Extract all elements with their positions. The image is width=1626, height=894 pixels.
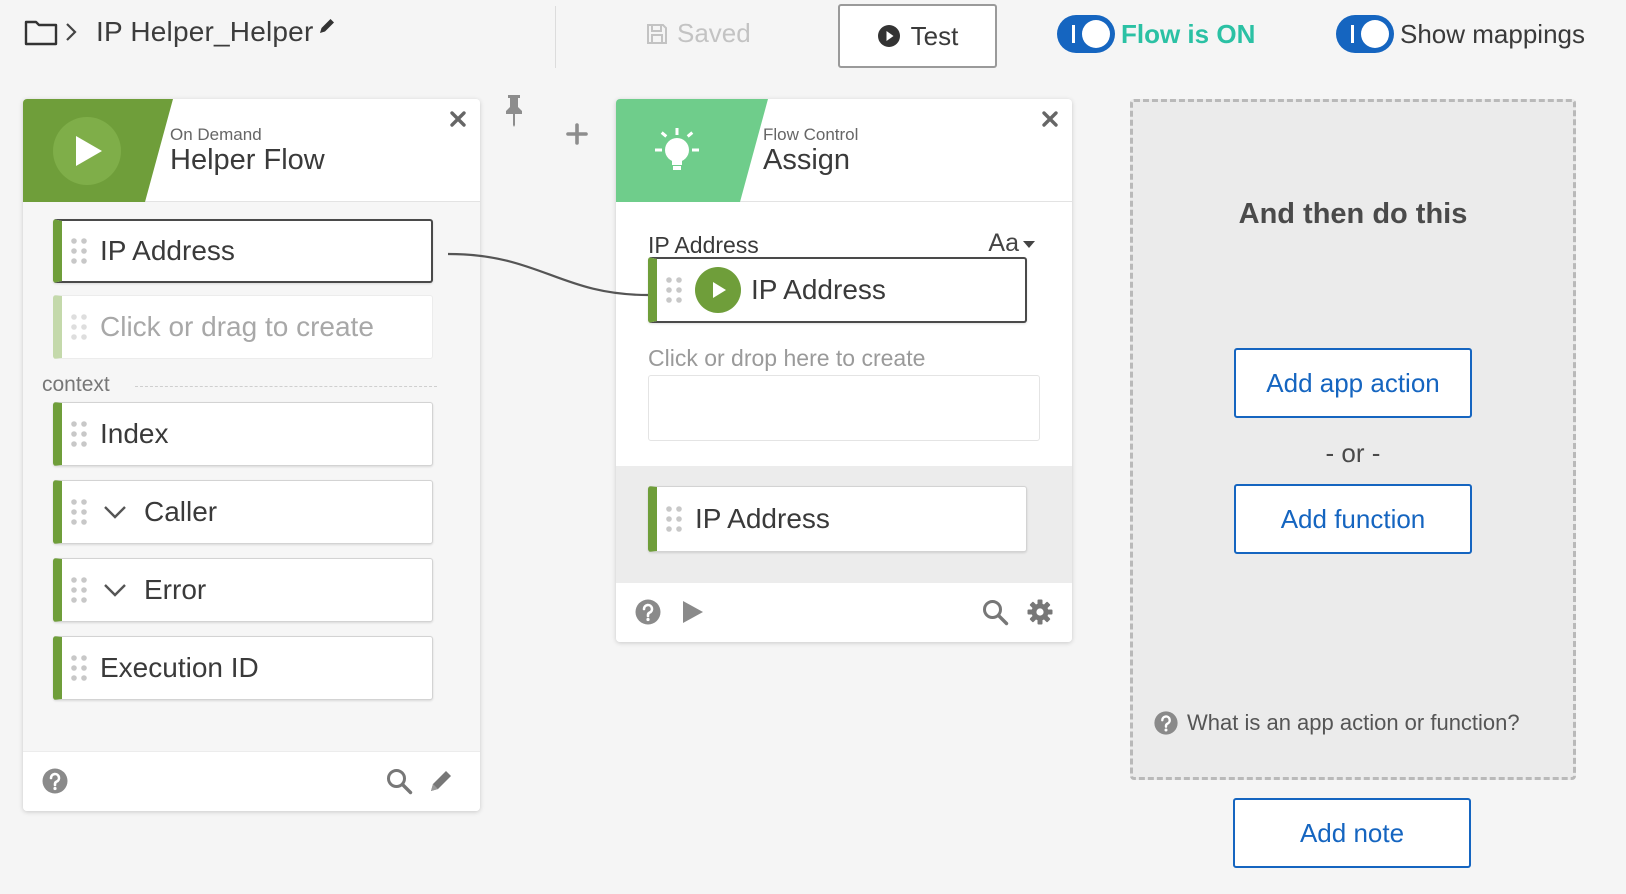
trigger-card-footer [23,751,480,811]
drag-handle-icon[interactable] [70,653,88,683]
next-step-dropzone[interactable]: And then do this Add app action - or - A… [1130,99,1576,780]
input-label: IP Address [648,232,759,258]
drag-handle-icon[interactable] [70,236,88,266]
ip-address-field[interactable]: IP Address [53,219,433,283]
trigger-header-band [23,99,173,202]
output-zone: IP Address [616,466,1072,582]
pencil-icon[interactable] [427,767,455,795]
assign-title: Assign [763,144,851,176]
pin-icon[interactable] [502,93,526,127]
assign-card: Flow Control Assign IP Address Aa IP Add… [616,99,1072,642]
context-divider [135,386,437,387]
flow-switch[interactable] [1057,15,1115,53]
field-label: Error [144,574,207,605]
chevron-right-icon [66,23,77,41]
play-icon [713,282,726,298]
header-divider [555,6,556,68]
index-field[interactable]: Index [53,402,433,466]
flow-on-toggle[interactable]: Flow is ON [1057,15,1255,53]
context-section-label: context [42,373,110,396]
drop-zone[interactable] [648,375,1040,441]
show-mappings-toggle[interactable]: Show mappings [1336,15,1585,53]
type-selector-label: Aa [988,229,1019,257]
caret-down-icon [1023,240,1035,248]
test-button[interactable]: Test [838,4,997,68]
saved-status: Saved [645,18,751,49]
chevron-down-icon[interactable] [102,503,128,521]
field-label: Index [100,418,169,449]
close-icon[interactable] [448,109,468,129]
add-note-button[interactable]: Add note [1233,798,1471,868]
top-bar: IP Helper_Helper Saved Test Flow is ON S… [0,0,1626,70]
drag-handle-icon[interactable] [70,575,88,605]
folder-icon[interactable] [24,18,58,46]
output-ip-address-field[interactable]: IP Address [648,486,1027,552]
test-label: Test [910,20,959,51]
help-link-label: What is an app action or function? [1187,710,1520,735]
assign-subtitle: Flow Control [763,125,859,144]
assign-card-header: Flow Control Assign [616,99,1072,202]
add-function-button[interactable]: Add function [1234,484,1472,554]
help-icon [1154,711,1178,735]
trigger-subtitle: On Demand [170,125,262,144]
add-app-action-label: Add app action [1266,367,1440,398]
trigger-title: Helper Flow [170,144,325,176]
create-placeholder-label: Click or drag to create [100,311,374,342]
close-icon[interactable] [1040,109,1060,129]
next-step-title: And then do this [1238,198,1468,230]
field-label: Execution ID [100,652,259,683]
mapped-ip-address-field[interactable]: IP Address [648,257,1027,323]
edit-title-icon[interactable] [317,16,337,36]
flow-status-label: Flow is ON [1121,18,1256,49]
drop-hint: Click or drop here to create [648,345,926,371]
play-circle-icon [877,25,900,47]
assign-card-footer [616,582,1072,642]
drag-handle-icon[interactable] [665,275,683,305]
drag-handle-icon[interactable] [70,497,88,527]
or-separator: - or - [1325,438,1381,468]
mappings-switch[interactable] [1336,15,1394,53]
drag-handle-icon [71,314,87,340]
flow-title[interactable]: IP Helper_Helper [96,16,313,48]
chevron-down-icon[interactable] [102,581,128,599]
field-label: Caller [144,496,218,527]
type-selector[interactable]: Aa [988,229,1036,258]
saved-label: Saved [677,18,751,48]
search-icon[interactable] [385,767,413,795]
add-app-action-button[interactable]: Add app action [1234,348,1472,418]
trigger-card: On Demand Helper Flow IP Address Click o… [23,99,480,811]
help-icon[interactable] [634,598,662,626]
mapped-field-label: IP Address [751,274,886,305]
play-icon[interactable] [678,598,706,626]
plus-icon[interactable] [565,122,589,146]
assign-header-band [616,99,768,202]
drag-handle-icon[interactable] [70,419,88,449]
help-link[interactable]: What is an app action or function? [1153,710,1520,736]
field-label: IP Address [100,235,235,266]
save-icon [647,23,667,44]
error-field[interactable]: Error [53,558,433,622]
drag-handle-icon[interactable] [665,504,683,534]
help-icon[interactable] [41,767,69,795]
breadcrumb: IP Helper_Helper [24,16,337,48]
create-field-placeholder[interactable]: Click or drag to create [53,295,433,359]
trigger-source-icon [695,267,741,313]
add-note-label: Add note [1299,817,1405,848]
show-mappings-label: Show mappings [1400,18,1585,49]
add-function-label: Add function [1280,503,1426,534]
search-icon[interactable] [981,598,1009,626]
caller-field[interactable]: Caller [53,480,433,544]
trigger-card-header: On Demand Helper Flow [23,99,480,202]
output-field-label: IP Address [695,503,830,534]
gear-icon[interactable] [1026,598,1054,626]
execution-id-field[interactable]: Execution ID [53,636,433,700]
